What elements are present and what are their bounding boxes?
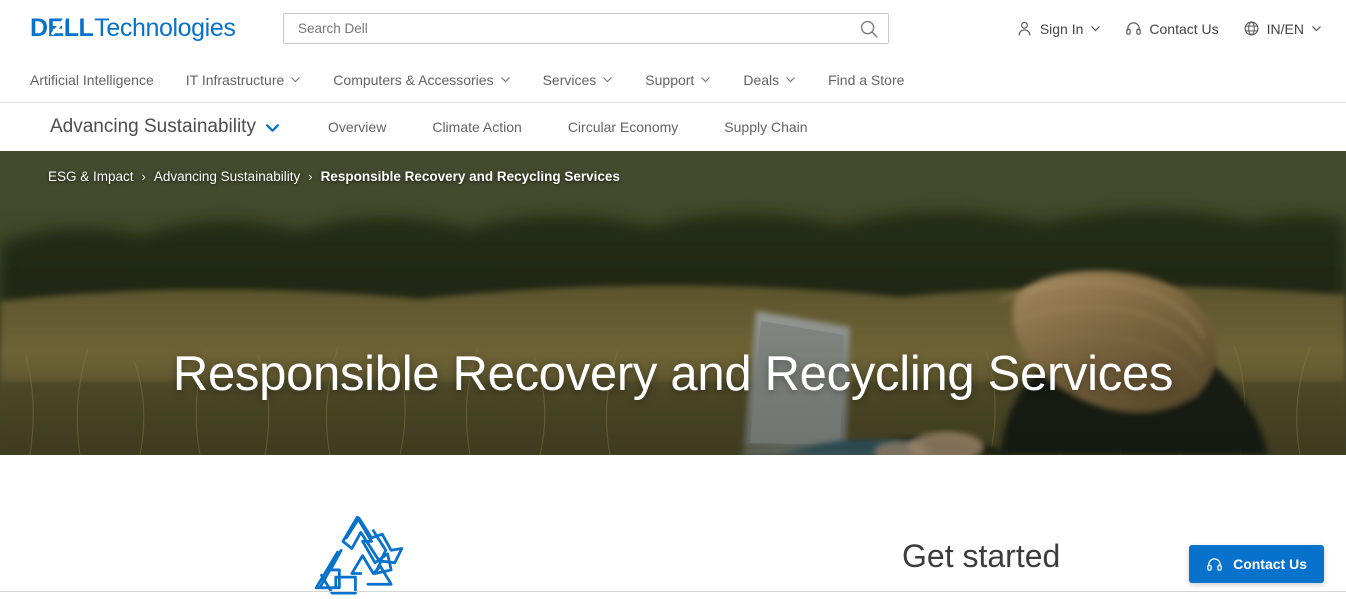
- search-input[interactable]: [298, 21, 858, 36]
- chevron-down-icon: [500, 77, 510, 83]
- utility-nav: Sign In Contact Us IN/EN: [1016, 0, 1322, 57]
- nav-item-label: IT Infrastructure: [185, 71, 285, 88]
- nav-item-computers-accessories[interactable]: Computers & Accessories: [333, 72, 532, 88]
- sub-navigation: Advancing Sustainability Overview Climat…: [0, 103, 1346, 151]
- logo-dell-text: DELL: [30, 14, 94, 42]
- headset-icon: [1126, 22, 1142, 35]
- breadcrumb: ESG & Impact › Advancing Sustainability …: [48, 169, 620, 184]
- chevron-down-icon: [603, 77, 613, 83]
- breadcrumb-separator-icon: ›: [308, 169, 313, 184]
- chevron-down-icon: [291, 77, 301, 83]
- contact-us-floating-button[interactable]: Contact Us: [1189, 545, 1324, 583]
- search-icon[interactable]: [858, 18, 880, 40]
- nav-item-label: Artificial Intelligence: [30, 71, 154, 88]
- get-started-section: Get started: [0, 455, 1346, 598]
- utility-item-locale[interactable]: IN/EN: [1243, 20, 1322, 37]
- breadcrumb-item-advancing-sustainability[interactable]: Advancing Sustainability: [154, 169, 300, 184]
- chevron-down-icon: [265, 123, 279, 132]
- sub-nav-title[interactable]: Advancing Sustainability: [50, 116, 280, 138]
- contact-us-floating-button-label: Contact Us: [1233, 556, 1307, 572]
- sub-nav-link-circular-economy[interactable]: Circular Economy: [568, 119, 678, 135]
- hero-overlay: [0, 151, 1346, 455]
- headset-icon: [1207, 557, 1222, 571]
- sub-nav-link-overview[interactable]: Overview: [328, 119, 386, 135]
- logo-dell-wordmark: DELL: [30, 14, 94, 43]
- nav-item-label: Deals: [743, 71, 780, 88]
- utility-item-locale-label: IN/EN: [1266, 20, 1304, 37]
- breadcrumb-separator-icon: ›: [141, 169, 146, 184]
- main-navigation: Artificial Intelligence IT Infrastructur…: [0, 57, 1346, 103]
- chevron-down-icon: [701, 77, 711, 83]
- search-box[interactable]: [283, 13, 889, 44]
- breadcrumb-item-current: Responsible Recovery and Recycling Servi…: [320, 169, 620, 184]
- nav-item-services[interactable]: Services: [543, 72, 636, 88]
- nav-item-find-a-store[interactable]: Find a Store: [828, 72, 926, 88]
- get-started-heading: Get started: [902, 538, 1061, 574]
- recycle-icon: [314, 515, 404, 595]
- nav-item-label: Services: [542, 71, 597, 88]
- chevron-down-icon: [1091, 26, 1101, 32]
- utility-item-sign-in-label: Sign In: [1039, 20, 1084, 37]
- nav-item-support[interactable]: Support: [645, 72, 733, 88]
- breadcrumb-item-esg-impact[interactable]: ESG & Impact: [48, 169, 134, 184]
- chevron-down-icon: [786, 77, 795, 83]
- nav-item-label: Support: [645, 71, 695, 88]
- logo-technologies-text: Technologies: [94, 14, 236, 42]
- user-icon: [1018, 21, 1031, 36]
- top-header: DELL Technologies Sign In: [0, 0, 1346, 57]
- page-title: Responsible Recovery and Recycling Servi…: [172, 347, 1174, 401]
- nav-item-it-infrastructure[interactable]: IT Infrastructure: [186, 72, 324, 88]
- nav-item-label: Find a Store: [828, 71, 905, 88]
- hero-banner: ESG & Impact › Advancing Sustainability …: [0, 151, 1346, 455]
- nav-item-deals[interactable]: Deals: [743, 72, 818, 88]
- utility-item-contact-us[interactable]: Contact Us: [1125, 20, 1219, 37]
- chevron-down-icon: [1312, 26, 1321, 32]
- search-container: [283, 13, 889, 44]
- section-divider: [0, 591, 1346, 592]
- dell-technologies-logo[interactable]: DELL Technologies: [30, 14, 236, 43]
- sub-nav-link-climate-action[interactable]: Climate Action: [432, 119, 521, 135]
- globe-icon: [1244, 21, 1259, 36]
- nav-item-label: Computers & Accessories: [333, 71, 494, 88]
- utility-item-sign-in[interactable]: Sign In: [1016, 20, 1102, 37]
- nav-item-artificial-intelligence[interactable]: Artificial Intelligence: [30, 72, 176, 88]
- utility-item-contact-us-label: Contact Us: [1149, 20, 1219, 37]
- sub-nav-title-label: Advancing Sustainability: [50, 116, 256, 137]
- sub-nav-link-supply-chain[interactable]: Supply Chain: [724, 119, 807, 135]
